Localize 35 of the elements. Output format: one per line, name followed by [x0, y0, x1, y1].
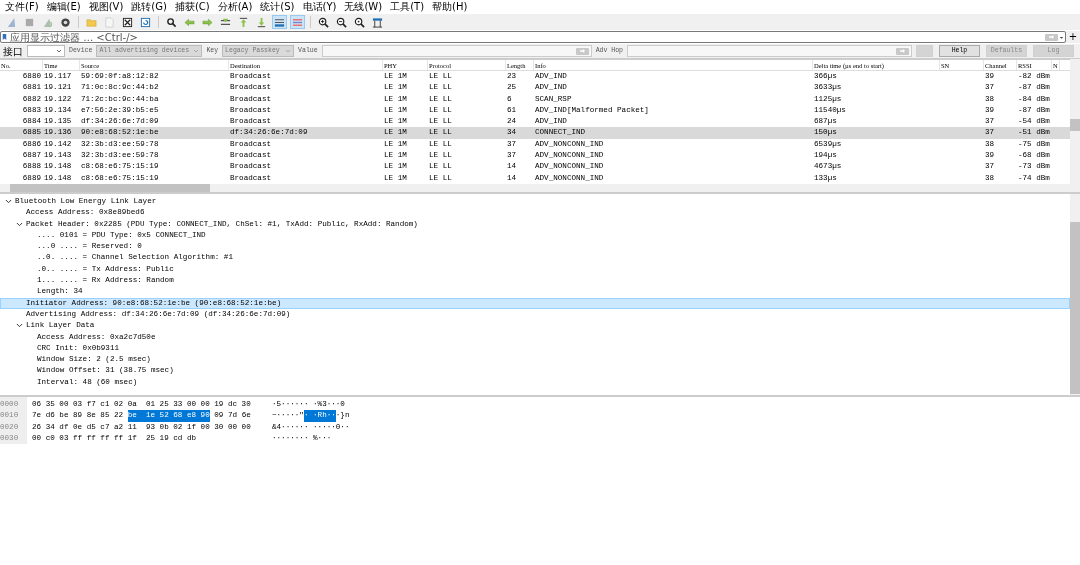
- interface-label: 接口: [3, 44, 23, 59]
- adv-hop-field[interactable]: [626, 45, 912, 57]
- zoom-reset-button[interactable]: [352, 15, 367, 29]
- filter-input[interactable]: 应用显示过滤器 … <Ctrl-/>: [8, 32, 1045, 42]
- bookmark-icon[interactable]: [1, 32, 8, 42]
- blank-button[interactable]: [915, 45, 933, 57]
- menu-item[interactable]: 跳转(G): [130, 0, 168, 14]
- autoscroll-button[interactable]: [272, 15, 287, 29]
- zoom-in-button[interactable]: [316, 15, 331, 29]
- filter-field[interactable]: 应用显示过滤器 … <Ctrl-/>: [0, 31, 1066, 43]
- value-field[interactable]: [321, 45, 592, 57]
- arrow-icon[interactable]: [577, 48, 587, 54]
- menu-item[interactable]: 统计(S): [259, 0, 296, 14]
- vertical-scrollbar[interactable]: [1070, 59, 1080, 192]
- arrow-icon[interactable]: [897, 48, 907, 54]
- gear-button[interactable]: [58, 15, 73, 29]
- zoom-out-button[interactable]: [334, 15, 349, 29]
- menu-item[interactable]: 帮助(H): [431, 0, 469, 14]
- menu-item[interactable]: 编辑(E): [45, 0, 82, 14]
- close-file-button[interactable]: [120, 15, 135, 29]
- reload-button[interactable]: [138, 15, 153, 29]
- menu-item[interactable]: 无线(W): [343, 0, 384, 14]
- add-filter-button[interactable]: +: [1066, 31, 1080, 43]
- search-button[interactable]: [164, 15, 179, 29]
- dropdown-icon[interactable]: [56, 48, 62, 54]
- colorize-button[interactable]: [290, 15, 305, 29]
- resize-columns-button[interactable]: [370, 15, 385, 29]
- horizontal-scrollbar[interactable]: [0, 183, 1070, 192]
- menu-item[interactable]: 文件(F): [4, 0, 40, 14]
- menu-item[interactable]: 电话(Y): [301, 0, 338, 14]
- vertical-scrollbar[interactable]: [1070, 194, 1080, 395]
- menu-item[interactable]: 捕获(C): [173, 0, 211, 14]
- menu-item[interactable]: 分析(A): [216, 0, 254, 14]
- menu-item[interactable]: 工具(T): [389, 0, 426, 14]
- menu-item[interactable]: 视图(V): [87, 0, 125, 14]
